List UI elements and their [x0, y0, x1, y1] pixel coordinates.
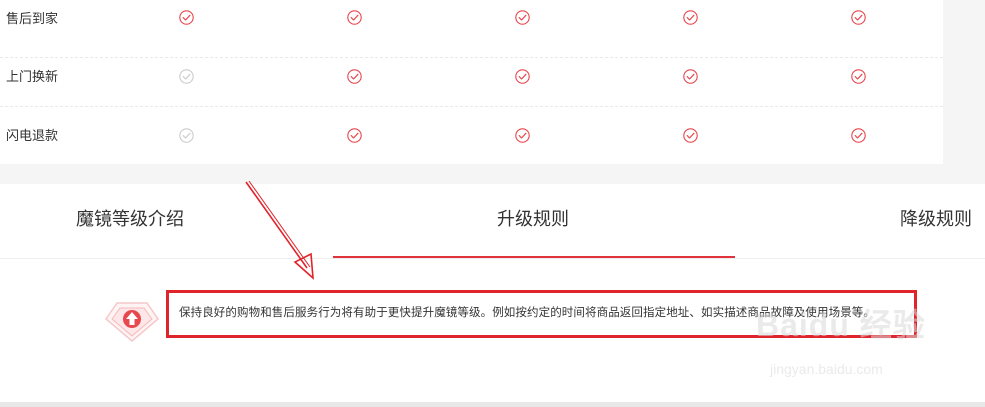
row-label-door-replacement: 上门换新 [6, 70, 59, 85]
check-circle-icon [515, 128, 530, 143]
tab-divider [0, 258, 985, 259]
tab-downgrade-rules[interactable]: 降级规则 [900, 208, 972, 232]
up-arrow-diamond-icon [104, 299, 160, 343]
active-tab-indicator [333, 256, 735, 258]
check-circle-icon [683, 128, 698, 143]
table-row: 上门换新 [0, 49, 943, 107]
check-circle-icon [851, 128, 866, 143]
check-circle-icon [515, 69, 530, 84]
check-circle-icon [179, 69, 194, 84]
row-label-flash-refund: 闪电退款 [6, 129, 59, 144]
check-circle-icon [683, 69, 698, 84]
check-circle-icon [347, 69, 362, 84]
watermark-logo: Baidu 经验 [756, 307, 926, 343]
table-row: 闪电退款 [0, 107, 943, 165]
check-circle-icon [347, 128, 362, 143]
page-gutter [943, 0, 985, 184]
check-circle-icon [683, 10, 698, 25]
check-circle-icon [851, 10, 866, 25]
row-label-after-sales-home: 售后到家 [6, 12, 59, 27]
check-circle-icon [179, 10, 194, 25]
watermark-url: jingyan.baidu.com [770, 361, 883, 377]
check-circle-icon [515, 10, 530, 25]
tab-level-intro[interactable]: 魔镜等级介绍 [76, 208, 184, 232]
tab-upgrade-rules[interactable]: 升级规则 [497, 208, 569, 232]
check-circle-icon [851, 69, 866, 84]
baidu-jingyan-watermark: Baidu 经验 jingyan.baidu.com [756, 305, 946, 395]
check-circle-icon [179, 128, 194, 143]
check-circle-icon [347, 10, 362, 25]
bottom-divider [0, 402, 985, 407]
benefit-table: 售后到家 上门换新 闪电退款 [0, 0, 943, 164]
